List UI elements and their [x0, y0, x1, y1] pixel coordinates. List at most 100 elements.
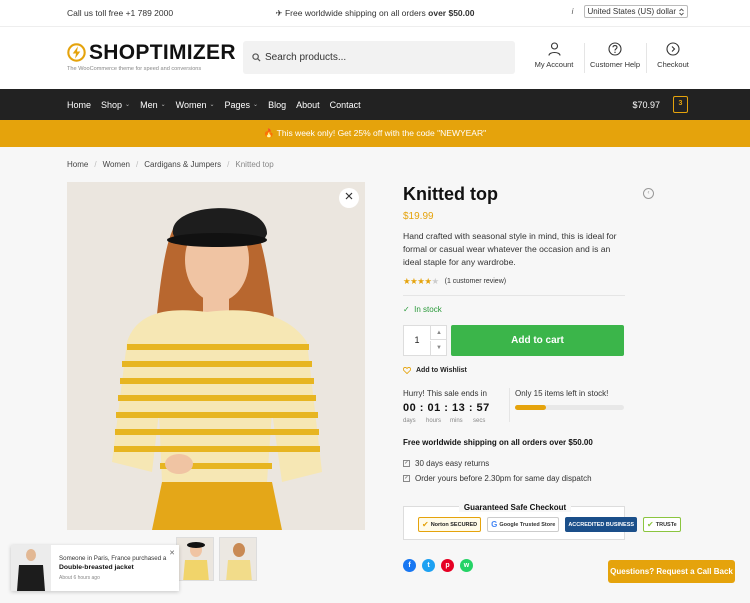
divider	[509, 388, 510, 422]
site-header: SHOPTIMIZER The WooCommerce theme for sp…	[0, 26, 750, 89]
benefits-list: ✓ 30 days easy returns ✓ Order yours befor…	[403, 456, 592, 486]
safe-checkout-box: Guaranteed Safe Checkout ✔ Norton SECURED…	[403, 503, 681, 540]
heart-icon	[403, 367, 411, 374]
customer-help-label: Customer Help	[589, 60, 641, 69]
arrow-right-circle-icon	[666, 42, 680, 56]
nav-item-women[interactable]: Women ⌄	[176, 100, 215, 110]
sales-notification[interactable]: Someone in Paris, France purchased a Dou…	[11, 545, 179, 591]
truste-badge: ✔ TRUSTe	[643, 517, 681, 532]
list-item: ✓ 30 days easy returns	[403, 456, 592, 471]
unit-secs: secs	[473, 418, 486, 424]
nav-item-label: Men	[140, 99, 158, 110]
sale-ends-label: Hurry! This sale ends in	[403, 389, 487, 398]
check-icon: ✓	[403, 305, 410, 314]
my-account-link[interactable]: My Account	[525, 42, 583, 69]
stock-left-label: Only 15 items left in stock!	[515, 389, 609, 398]
expand-icon	[345, 192, 353, 200]
add-to-wishlist-link[interactable]: Add to Wishlist	[403, 367, 467, 374]
nav-item-label: Blog	[268, 99, 287, 110]
whatsapp-icon[interactable]: w	[460, 559, 473, 572]
divider	[403, 295, 625, 296]
stock-progress-fill	[515, 405, 546, 410]
nav-item-pages[interactable]: Pages ⌄	[225, 100, 259, 110]
quantity-down-icon[interactable]: ▼	[430, 341, 447, 355]
product-rating: ★★★★★ (1 customer review)	[403, 276, 506, 287]
notification-product-image	[11, 545, 51, 591]
nav-item-home[interactable]: Home	[67, 100, 91, 110]
notification-product[interactable]: Double-breasted jacket	[59, 564, 134, 571]
nav-item-blog[interactable]: Blog	[268, 100, 286, 110]
thumbnail-image	[177, 538, 213, 580]
notification-time: About 6 hours ago	[59, 575, 100, 581]
nav-item-label: Women	[175, 99, 207, 110]
user-icon	[547, 42, 561, 56]
breadcrumb-category[interactable]: Cardigans & Jumpers	[144, 160, 221, 169]
add-to-wishlist-label: Add to Wishlist	[416, 367, 467, 374]
breadcrumb-separator: /	[227, 160, 230, 169]
add-to-cart-button[interactable]: Add to cart	[451, 325, 624, 356]
twitter-icon[interactable]: t	[422, 559, 435, 572]
checkout-label: Checkout	[657, 60, 689, 69]
product-description: Hand crafted with seasonal style in mind…	[403, 231, 617, 267]
product-price: $19.99	[403, 211, 434, 222]
bbb-badge-text: ACCREDITED BUSINESS	[568, 521, 635, 528]
pinterest-icon[interactable]: p	[441, 559, 454, 572]
quantity-up-icon[interactable]: ▲	[430, 326, 447, 340]
header-divider	[584, 43, 585, 73]
checkout-link[interactable]: Checkout	[647, 42, 699, 69]
nav-item-label: Pages	[224, 99, 251, 110]
cart-button[interactable]: $70.97 3	[632, 96, 688, 113]
breadcrumb-home[interactable]: Home	[67, 160, 88, 169]
stock-status-text: In stock	[414, 305, 442, 314]
review-link[interactable]: (1 customer review)	[445, 278, 506, 285]
currency-value: United States (US) dollar	[587, 7, 676, 16]
thumbnail-image	[220, 538, 256, 580]
nav-item-shop[interactable]: Shop ⌄	[101, 100, 130, 110]
unit-hours: hours	[426, 418, 442, 424]
nav-item-about[interactable]: About	[296, 100, 320, 110]
breadcrumb-current: Knitted top	[235, 160, 274, 169]
breadcrumb: Home / Women / Cardigans & Jumpers / Kni…	[67, 160, 274, 169]
product-main-image[interactable]	[67, 182, 365, 530]
social-share: f t p w	[403, 559, 473, 572]
previous-product-icon[interactable]: ‹	[643, 188, 654, 199]
product-thumbnail[interactable]	[219, 537, 257, 581]
product-thumbnail[interactable]	[176, 537, 214, 581]
facebook-icon[interactable]: f	[403, 559, 416, 572]
jacket-image	[11, 545, 51, 591]
unit-days: days	[403, 418, 416, 424]
stock-status: ✓ In stock	[403, 305, 442, 314]
breadcrumb-separator: /	[94, 160, 97, 169]
my-account-label: My Account	[534, 60, 574, 69]
nav-item-label: Home	[67, 99, 92, 110]
unit-mins: mins	[450, 418, 463, 424]
benefit-text: Order yours before 2.30pm for same day d…	[415, 474, 592, 483]
checkbox-icon: ✓	[403, 475, 410, 482]
nav-item-label: Shop	[101, 99, 123, 110]
logo-name: SHOPTIMIZER	[89, 41, 236, 64]
request-call-back-button[interactable]: Questions? Request a Call Back	[608, 560, 735, 583]
breadcrumb-women[interactable]: Women	[103, 160, 130, 169]
bbb-badge: ACCREDITED BUSINESS	[565, 517, 638, 532]
zoom-button[interactable]	[339, 188, 359, 208]
nav-item-label: Contact	[329, 99, 361, 110]
model-photo	[67, 182, 365, 530]
customer-help-link[interactable]: Customer Help	[586, 42, 644, 69]
google-badge-text: Google Trusted Store	[499, 521, 556, 528]
search-input[interactable]	[265, 41, 505, 74]
lightning-logo-icon	[67, 43, 86, 62]
google-badge: G Google Trusted Store	[487, 517, 560, 532]
nav-item-contact[interactable]: Contact	[330, 100, 361, 110]
info-icon[interactable]: i	[568, 7, 578, 17]
norton-check-icon: ✔	[422, 520, 429, 529]
select-arrows-icon	[679, 7, 684, 16]
chevron-down-icon: ⌄	[209, 102, 215, 108]
star-icon: ★	[424, 276, 432, 286]
quantity-input[interactable]: 1	[404, 326, 430, 355]
currency-select[interactable]: United States (US) dollar	[583, 5, 688, 18]
nav-item-men[interactable]: Men ⌄	[140, 100, 166, 110]
close-icon[interactable]: ✕	[169, 549, 175, 557]
sale-countdown: Hurry! This sale ends in 00 : 01 : 13 : …	[403, 386, 625, 426]
search-box	[243, 41, 515, 74]
chevron-down-icon: ⌄	[125, 102, 131, 108]
